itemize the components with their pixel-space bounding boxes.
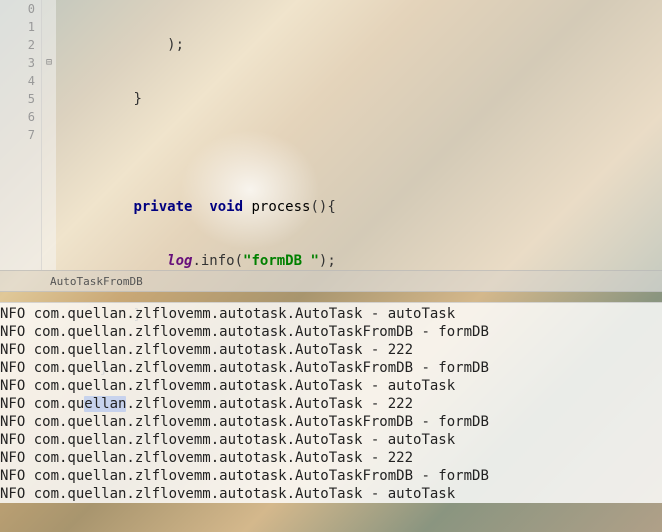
code-editor[interactable]: 0 1 2 3 4 5 6 7 ⊟ ); } private void proc… [0, 0, 662, 270]
fold-gutter: ⊟ [42, 0, 56, 270]
console-line: NFO com.quellan.zlflovemm.autotask.AutoT… [0, 323, 662, 341]
console-line: NFO com.quellan.zlflovemm.autotask.AutoT… [0, 359, 662, 377]
console-line: NFO com.quellan.zlflovemm.autotask.AutoT… [0, 413, 662, 431]
line-number: 1 [0, 18, 35, 36]
log-text: com.quellan.zlflovemm.autotask.AutoTask … [34, 306, 455, 322]
fold-mark [42, 72, 56, 90]
log-level: NFO [0, 342, 34, 358]
log-text: .zlflovemm.autotask.AutoTask - 222 [126, 396, 413, 412]
log-level: NFO [0, 468, 34, 484]
log-level: NFO [0, 360, 34, 376]
log-text: com.quellan.zlflovemm.autotask.AutoTaskF… [34, 360, 489, 376]
console-output[interactable]: NFO com.quellan.zlflovemm.autotask.AutoT… [0, 302, 662, 503]
log-text: com.quellan.zlflovemm.autotask.AutoTaskF… [34, 324, 489, 340]
log-text: com.qu [34, 396, 85, 412]
log-level: NFO [0, 414, 34, 430]
console-line: NFO com.quellan.zlflovemm.autotask.AutoT… [0, 467, 662, 485]
console-line: NFO com.quellan.zlflovemm.autotask.AutoT… [0, 485, 662, 503]
line-number: 2 [0, 36, 35, 54]
log-text: com.quellan.zlflovemm.autotask.AutoTask … [34, 486, 455, 502]
log-text: com.quellan.zlflovemm.autotask.AutoTask … [34, 450, 413, 466]
code-line [66, 144, 662, 162]
log-level: NFO [0, 486, 34, 502]
console-line: NFO com.quellan.zlflovemm.autotask.AutoT… [0, 431, 662, 449]
log-text: com.quellan.zlflovemm.autotask.AutoTask … [34, 378, 455, 394]
line-number: 4 [0, 72, 35, 90]
console-line: NFO com.quellan.zlflovemm.autotask.AutoT… [0, 341, 662, 359]
log-level: NFO [0, 396, 34, 412]
log-text: com.quellan.zlflovemm.autotask.AutoTask … [34, 342, 413, 358]
code-line: log.info("formDB "); [66, 252, 662, 270]
code-line: private void process(){ [66, 198, 662, 216]
log-text: com.quellan.zlflovemm.autotask.AutoTaskF… [34, 414, 489, 430]
line-number: 0 [0, 0, 35, 18]
log-text: com.quellan.zlflovemm.autotask.AutoTask … [34, 432, 455, 448]
code-text-area[interactable]: ); } private void process(){ log.info("f… [56, 0, 662, 270]
log-level: NFO [0, 324, 34, 340]
line-number: 5 [0, 90, 35, 108]
fold-mark [42, 90, 56, 108]
log-level: NFO [0, 378, 34, 394]
line-number: 6 [0, 108, 35, 126]
breadcrumb-item[interactable]: AutoTaskFromDB [50, 275, 143, 288]
line-number-gutter: 0 1 2 3 4 5 6 7 [0, 0, 42, 270]
log-level: NFO [0, 450, 34, 466]
console-line: NFO com.quellan.zlflovemm.autotask.AutoT… [0, 305, 662, 323]
fold-mark [42, 108, 56, 126]
fold-expand-icon[interactable]: ⊟ [42, 54, 56, 72]
log-level: NFO [0, 306, 34, 322]
line-number: 7 [0, 126, 35, 144]
fold-mark [42, 126, 56, 144]
breadcrumb-bar: AutoTaskFromDB [0, 270, 662, 292]
fold-mark [42, 18, 56, 36]
fold-mark [42, 36, 56, 54]
code-line: ); [66, 36, 662, 54]
log-level: NFO [0, 432, 34, 448]
code-line: } [66, 90, 662, 108]
console-line: NFO com.quellan.zlflovemm.autotask.AutoT… [0, 377, 662, 395]
console-line: NFO com.quellan.zlflovemm.autotask.AutoT… [0, 395, 662, 413]
selected-text: ellan [84, 396, 126, 412]
log-text: com.quellan.zlflovemm.autotask.AutoTaskF… [34, 468, 489, 484]
fold-mark [42, 0, 56, 18]
console-line: NFO com.quellan.zlflovemm.autotask.AutoT… [0, 449, 662, 467]
line-number: 3 [0, 54, 35, 72]
